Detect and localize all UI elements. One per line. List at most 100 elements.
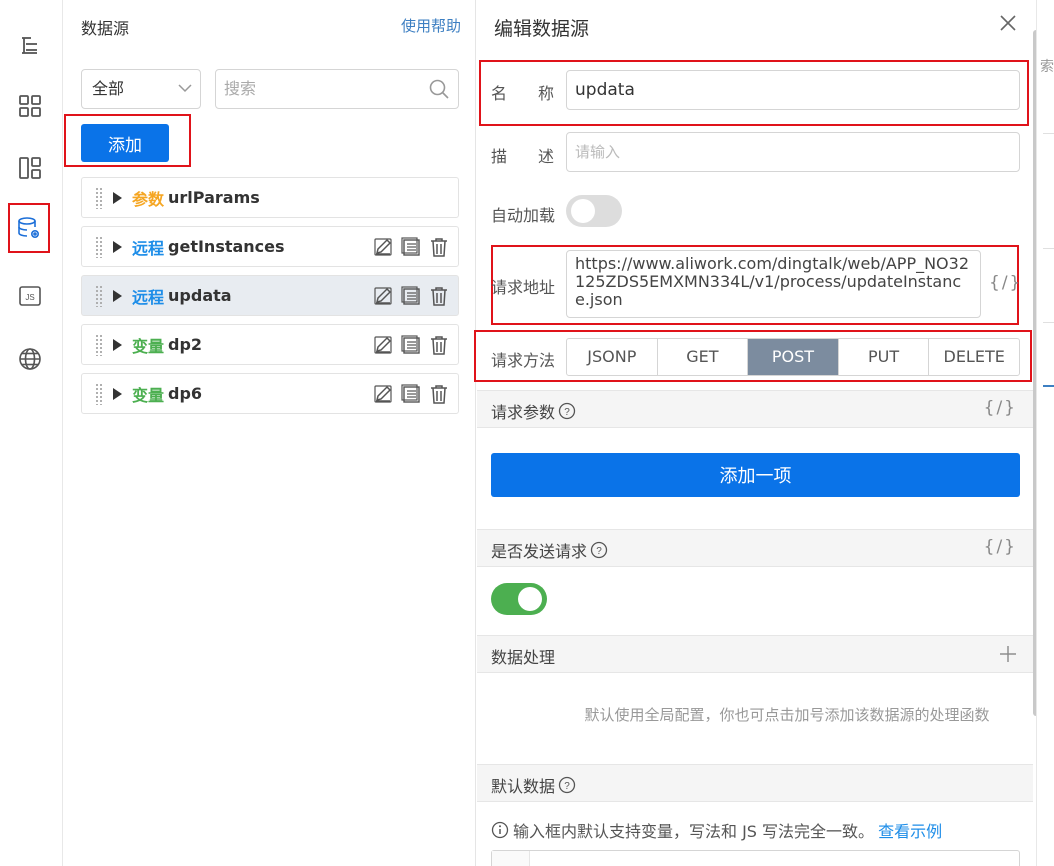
delete-icon[interactable] — [428, 236, 450, 258]
svg-text:?: ? — [596, 546, 602, 557]
default-data-editor[interactable] — [491, 850, 1020, 866]
method-option-delete[interactable]: DELETE — [929, 339, 1019, 375]
edit-icon[interactable] — [372, 383, 394, 405]
datasource-item[interactable]: 参数 urlParams — [81, 177, 459, 218]
params-header: 请求参数 ? {/} — [477, 390, 1033, 428]
add-datasource-button[interactable]: 添加 — [81, 124, 169, 162]
url-variable-toggle[interactable]: {/} — [989, 273, 1022, 293]
edit-title: 编辑数据源 — [494, 18, 590, 40]
datasource-item[interactable]: 远程 getInstances — [81, 226, 459, 267]
send-variable-toggle[interactable]: {/} — [984, 537, 1017, 557]
divider — [1043, 133, 1054, 134]
send-toggle[interactable] — [491, 583, 547, 615]
url-label: 请求地址 — [491, 278, 556, 297]
search-placeholder: 搜索 — [224, 79, 257, 98]
outline-icon[interactable] — [13, 28, 47, 62]
method-option-jsonp[interactable]: JSONP — [567, 339, 658, 375]
item-actions — [372, 383, 450, 405]
datasource-type-tag: 参数 — [132, 189, 165, 209]
filter-select[interactable]: 全部 — [81, 69, 201, 109]
expand-icon[interactable] — [113, 240, 122, 253]
delete-icon[interactable] — [428, 383, 450, 405]
datasource-item[interactable]: 远程 updata — [81, 275, 459, 316]
canvas-edge-text: 索 — [1040, 59, 1054, 75]
drag-handle-icon[interactable] — [95, 284, 103, 307]
panel-title: 数据源 — [81, 19, 130, 38]
default-note-text: 输入框内默认支持变量，写法和 JS 写法完全一致。 — [513, 822, 875, 841]
expand-icon[interactable] — [113, 289, 122, 302]
params-title: 请求参数 — [491, 403, 556, 422]
copy-icon[interactable] — [400, 334, 422, 356]
datasource-name: getInstances — [168, 237, 285, 256]
name-input[interactable]: updata — [566, 70, 1020, 110]
chevron-down-icon — [178, 84, 192, 93]
drag-handle-icon[interactable] — [95, 186, 103, 209]
datasource-type-tag: 变量 — [132, 336, 165, 356]
datasource-item[interactable]: 变量 dp2 — [81, 324, 459, 365]
plus-icon[interactable] — [999, 645, 1017, 663]
edit-icon[interactable] — [372, 285, 394, 307]
copy-icon[interactable] — [400, 383, 422, 405]
default-header: 默认数据 ? — [477, 764, 1033, 802]
filter-value: 全部 — [92, 79, 125, 98]
icon-rail: JS — [0, 0, 63, 866]
default-title: 默认数据 — [491, 777, 556, 796]
item-actions — [372, 285, 450, 307]
view-example-link[interactable]: 查看示例 — [878, 818, 942, 842]
name-label-second: 称 — [538, 84, 555, 103]
help-link[interactable]: 使用帮助 — [401, 15, 461, 36]
edit-icon[interactable] — [372, 236, 394, 258]
default-title-wrap: 默认数据 ? — [491, 773, 576, 797]
datasource-icon[interactable] — [8, 203, 50, 253]
help-icon[interactable]: ? — [590, 541, 608, 559]
add-param-button[interactable]: 添加一项 — [491, 453, 1020, 497]
copy-icon[interactable] — [400, 236, 422, 258]
delete-icon[interactable] — [428, 334, 450, 356]
divider-accent — [1043, 385, 1054, 387]
datasource-type-tag: 远程 — [132, 238, 165, 258]
send-title-wrap: 是否发送请求 ? — [491, 538, 608, 562]
global-icon[interactable] — [13, 342, 47, 376]
close-icon[interactable] — [999, 14, 1017, 32]
desc-label-second: 述 — [538, 147, 555, 166]
page-template-icon[interactable] — [13, 151, 47, 185]
copy-icon[interactable] — [400, 285, 422, 307]
expand-icon[interactable] — [113, 338, 122, 351]
autoload-toggle[interactable] — [566, 195, 622, 227]
method-option-put[interactable]: PUT — [839, 339, 930, 375]
js-icon[interactable]: JS — [13, 279, 47, 313]
params-variable-toggle[interactable]: {/} — [984, 398, 1017, 418]
datasource-type-tag: 远程 — [132, 287, 165, 307]
divider — [1043, 322, 1054, 323]
method-selector: JSONP GET POST PUT DELETE — [566, 338, 1020, 376]
drag-handle-icon[interactable] — [95, 382, 103, 405]
drag-handle-icon[interactable] — [95, 235, 103, 258]
components-icon[interactable] — [13, 89, 47, 123]
datasource-name: urlParams — [168, 188, 260, 207]
search-input[interactable]: 搜索 — [215, 69, 459, 109]
search-icon — [429, 79, 449, 99]
item-actions — [372, 236, 450, 258]
edit-datasource-panel: 编辑数据源 名称 updata 描述 请输入 自动加载 请求地址 https:/… — [474, 0, 1039, 866]
edit-icon[interactable] — [372, 334, 394, 356]
help-icon[interactable]: ? — [558, 402, 576, 420]
process-title: 数据处理 — [491, 648, 556, 667]
editor-gutter — [492, 851, 530, 866]
delete-icon[interactable] — [428, 285, 450, 307]
toggle-knob — [571, 199, 595, 223]
method-option-post[interactable]: POST — [748, 339, 839, 375]
expand-icon[interactable] — [113, 191, 122, 204]
desc-input[interactable]: 请输入 — [566, 132, 1020, 172]
drag-handle-icon[interactable] — [95, 333, 103, 356]
desc-label-first: 描 — [491, 147, 508, 166]
datasource-name: updata — [168, 286, 232, 305]
help-icon[interactable]: ? — [558, 776, 576, 794]
desc-label: 描述 — [491, 143, 554, 167]
process-hint: 默认使用全局配置，你也可点击加号添加该数据源的处理函数 — [584, 706, 990, 724]
item-actions — [372, 334, 450, 356]
method-option-get[interactable]: GET — [658, 339, 749, 375]
url-input[interactable]: https://www.aliwork.com/dingtalk/web/APP… — [566, 250, 981, 318]
datasource-item[interactable]: 变量 dp6 — [81, 373, 459, 414]
autoload-label: 自动加载 — [491, 206, 556, 225]
expand-icon[interactable] — [113, 387, 122, 400]
